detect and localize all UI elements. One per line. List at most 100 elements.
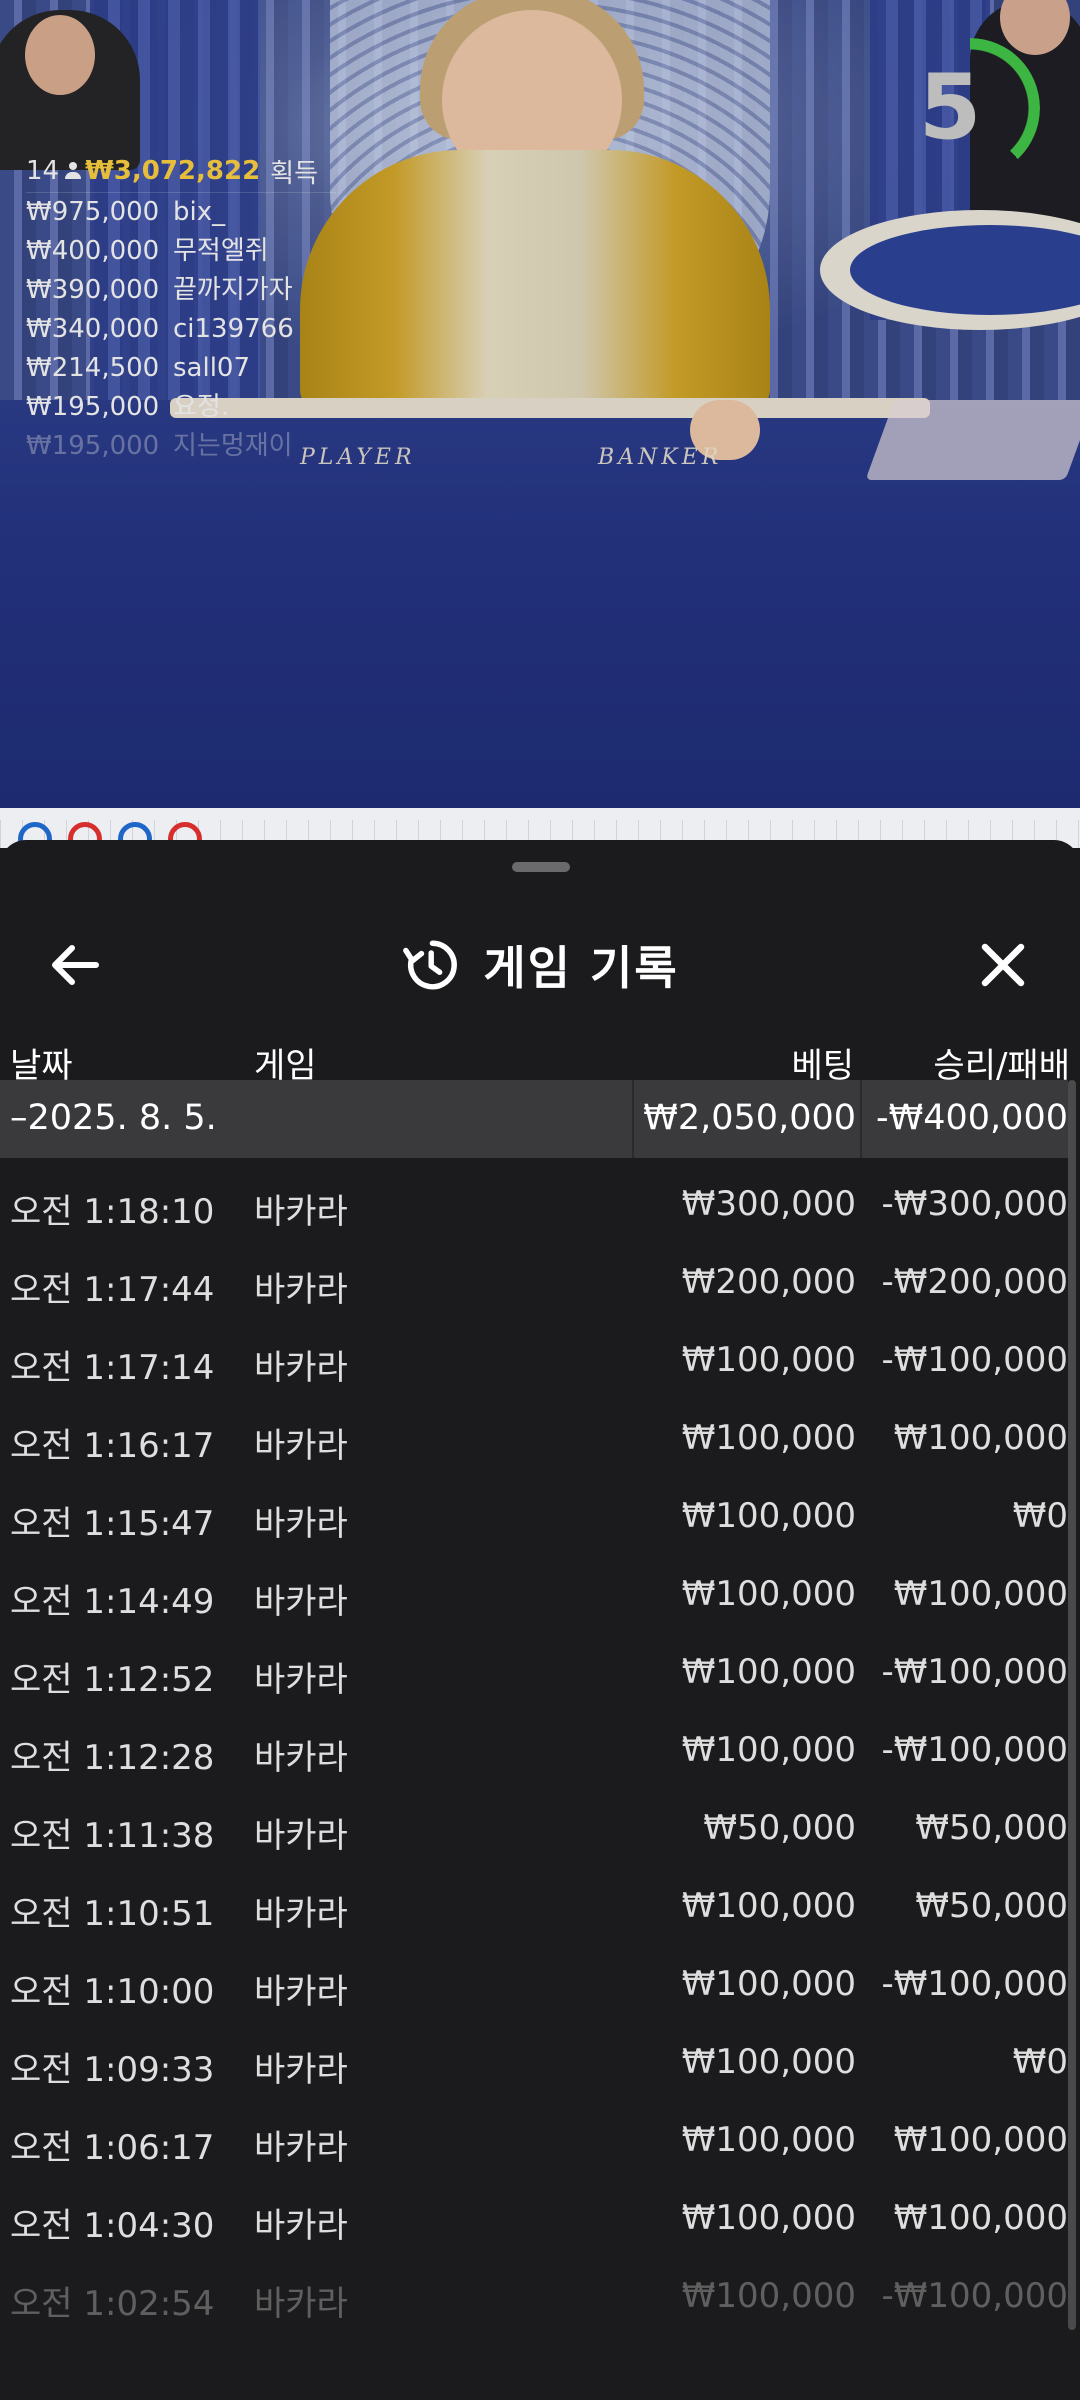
close-icon[interactable] [968, 930, 1038, 1000]
row-bet: ₩100,000 [681, 1730, 856, 1770]
user-icon [65, 162, 82, 180]
winner-row: ₩390,000 끝까지가자 [26, 271, 366, 310]
history-row[interactable]: 오전 1:17:44 바카라 ₩200,000 -₩200,000 [0, 1242, 1068, 1320]
history-row[interactable]: 오전 1:02:54 바카라 ₩100,000 -₩100,000 [0, 2256, 1068, 2334]
winner-row: ₩195,000 요정. [26, 388, 366, 427]
winner-amount: ₩400,000 [26, 236, 160, 266]
history-row[interactable]: 오전 1:12:28 바카라 ₩100,000 -₩100,000 [0, 1710, 1068, 1788]
winner-name: 지는멍재이 [173, 431, 293, 461]
row-bet: ₩300,000 [681, 1184, 856, 1224]
scrollbar[interactable] [1068, 1080, 1076, 2330]
row-bet: ₩100,000 [681, 2120, 856, 2160]
game-history-panel: 게임 기록 날짜 게임 베팅 승리/패배 –2025. 8. 5. ₩2,050… [0, 840, 1080, 2400]
row-time: 오전 1:10:00 [10, 1972, 215, 2012]
day-summary-row[interactable]: –2025. 8. 5. ₩2,050,000 -₩400,000 [0, 1080, 1068, 1158]
history-row[interactable]: 오전 1:16:17 바카라 ₩100,000 ₩100,000 [0, 1398, 1068, 1476]
row-win-loss: -₩300,000 [881, 1184, 1069, 1224]
row-bet: ₩50,000 [703, 1808, 856, 1848]
live-video-stream[interactable]: PLAYER BANKER 14 ₩3,072,822 획득 ₩975,000 b… [0, 0, 1080, 808]
row-game: 바카라 [254, 2128, 348, 2168]
history-row[interactable]: 오전 1:09:33 바카라 ₩100,000 ₩0 [0, 2022, 1068, 2100]
history-row[interactable]: 오전 1:10:51 바카라 ₩100,000 ₩50,000 [0, 1866, 1068, 1944]
row-game: 바카라 [254, 1582, 348, 1622]
row-time: 오전 1:17:44 [10, 1270, 215, 1310]
row-win-loss: ₩100,000 [893, 1418, 1068, 1458]
history-row[interactable]: 오전 1:17:14 바카라 ₩100,000 -₩100,000 [0, 1320, 1068, 1398]
winner-row: ₩214,500 sall07 [26, 349, 366, 388]
winners-total: ₩3,072,822 [85, 156, 261, 186]
panel-title: 게임 기록 [483, 941, 679, 995]
winner-row: ₩340,000 ci139766 [26, 310, 366, 349]
winner-amount: ₩214,500 [26, 353, 160, 383]
history-row[interactable]: 오전 1:04:30 바카라 ₩100,000 ₩100,000 [0, 2178, 1068, 2256]
row-win-loss: -₩100,000 [881, 1730, 1069, 1770]
day-win-loss-total: -₩400,000 [876, 1098, 1068, 1138]
history-clock-icon [403, 940, 458, 990]
row-game: 바카라 [254, 2206, 348, 2246]
row-bet: ₩200,000 [681, 1262, 856, 1302]
row-game: 바카라 [254, 1894, 348, 1934]
day-date: –2025. 8. 5. [10, 1098, 217, 1138]
drag-handle[interactable] [512, 862, 570, 872]
row-game: 바카라 [254, 1972, 348, 2012]
winner-amount: ₩340,000 [26, 314, 160, 344]
winners-list: 14 ₩3,072,822 획득 ₩975,000 bix_ ₩400,000 무적엘… [26, 150, 366, 466]
row-game: 바카라 [254, 1270, 348, 1310]
row-time: 오전 1:02:54 [10, 2284, 215, 2324]
row-time: 오전 1:17:14 [10, 1348, 215, 1388]
row-win-loss: ₩100,000 [893, 2198, 1068, 2238]
history-row[interactable]: 오전 1:12:52 바카라 ₩100,000 -₩100,000 [0, 1632, 1068, 1710]
row-win-loss: -₩100,000 [881, 1340, 1069, 1380]
row-time: 오전 1:06:17 [10, 2128, 215, 2168]
winner-amount: ₩975,000 [26, 197, 160, 227]
row-bet: ₩100,000 [681, 2276, 856, 2316]
winner-row: ₩400,000 무적엘쥐 [26, 232, 366, 271]
row-win-loss: -₩100,000 [881, 1652, 1069, 1692]
row-bet: ₩100,000 [681, 1652, 856, 1692]
history-row[interactable]: 오전 1:11:38 바카라 ₩50,000 ₩50,000 [0, 1788, 1068, 1866]
row-bet: ₩100,000 [681, 2042, 856, 2082]
winner-row: ₩975,000 bix_ [26, 193, 366, 232]
cell-divider [860, 1080, 862, 1158]
row-game: 바카라 [254, 2050, 348, 2090]
history-row[interactable]: 오전 1:18:10 바카라 ₩300,000 -₩300,000 [0, 1164, 1068, 1242]
history-row[interactable]: 오전 1:15:47 바카라 ₩100,000 ₩0 [0, 1476, 1068, 1554]
winner-amount: ₩195,000 [26, 392, 160, 422]
row-bet: ₩100,000 [681, 1574, 856, 1614]
row-time: 오전 1:18:10 [10, 1192, 215, 1232]
winner-name: sall07 [173, 353, 251, 383]
row-time: 오전 1:11:38 [10, 1816, 215, 1856]
row-game: 바카라 [254, 2284, 348, 2324]
card-shoe [865, 400, 1080, 480]
winner-amount: ₩390,000 [26, 275, 160, 305]
winner-amount: ₩195,000 [26, 431, 160, 461]
arrow-left-icon[interactable] [42, 930, 112, 1000]
row-win-loss: ₩50,000 [915, 1886, 1068, 1926]
winner-name: bix_ [173, 197, 226, 227]
row-game: 바카라 [254, 1816, 348, 1856]
history-row[interactable]: 오전 1:06:17 바카라 ₩100,000 ₩100,000 [0, 2100, 1068, 2178]
row-time: 오전 1:12:28 [10, 1738, 215, 1778]
row-game: 바카라 [254, 1660, 348, 1700]
row-win-loss: ₩100,000 [893, 2120, 1068, 2160]
background-dealer-left-head [25, 15, 95, 95]
row-time: 오전 1:14:49 [10, 1582, 215, 1622]
row-win-loss: ₩0 [1012, 1496, 1068, 1536]
winners-header: 14 ₩3,072,822 획득 [26, 150, 336, 193]
history-table[interactable]: –2025. 8. 5. ₩2,050,000 -₩400,000 오전 1:1… [0, 1080, 1068, 2334]
countdown-number: 5 [918, 55, 982, 160]
cell-divider [632, 1080, 634, 1158]
row-win-loss: ₩100,000 [893, 1574, 1068, 1614]
row-bet: ₩100,000 [681, 1418, 856, 1458]
row-game: 바카라 [254, 1738, 348, 1778]
history-row[interactable]: 오전 1:14:49 바카라 ₩100,000 ₩100,000 [0, 1554, 1068, 1632]
winner-row: ₩195,000 지는멍재이 [26, 427, 366, 466]
row-game: 바카라 [254, 1504, 348, 1544]
row-bet: ₩100,000 [681, 2198, 856, 2238]
history-row[interactable]: 오전 1:10:00 바카라 ₩100,000 -₩100,000 [0, 1944, 1068, 2022]
row-time: 오전 1:04:30 [10, 2206, 215, 2246]
row-time: 오전 1:15:47 [10, 1504, 215, 1544]
row-game: 바카라 [254, 1348, 348, 1388]
winner-name: 끝까지가자 [173, 275, 293, 305]
row-bet: ₩100,000 [681, 1886, 856, 1926]
